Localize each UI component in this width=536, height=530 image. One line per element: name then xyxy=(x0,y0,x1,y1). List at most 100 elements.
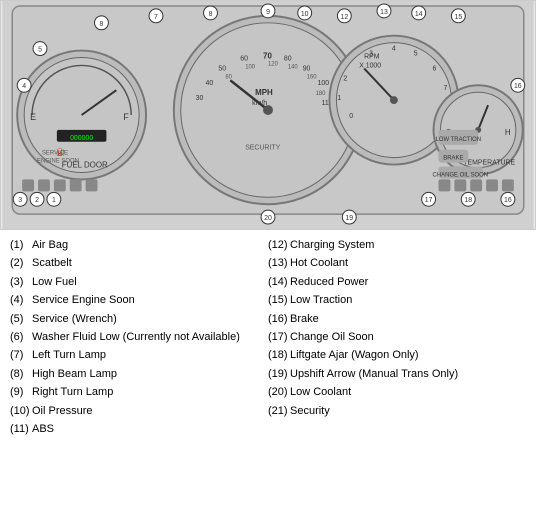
svg-text:1: 1 xyxy=(52,197,56,204)
svg-text:50: 50 xyxy=(218,65,226,72)
legend-num: (14) xyxy=(268,275,290,290)
legend-label: Low Traction xyxy=(290,293,352,308)
legend-label: Change Oil Soon xyxy=(290,330,374,345)
legend-item: (10)Oil Pressure xyxy=(10,404,268,419)
legend-num: (6) xyxy=(10,330,32,345)
svg-text:60: 60 xyxy=(240,55,248,62)
legend-label: Service (Wrench) xyxy=(32,312,117,327)
legend-label: Service Engine Soon xyxy=(32,293,135,308)
svg-text:40: 40 xyxy=(206,80,214,87)
legend-num: (1) xyxy=(10,238,32,253)
svg-text:5: 5 xyxy=(414,51,418,58)
svg-text:LOW TRACTION: LOW TRACTION xyxy=(436,137,481,143)
svg-text:2: 2 xyxy=(343,75,347,82)
svg-text:180: 180 xyxy=(316,91,327,97)
svg-text:8: 8 xyxy=(209,11,213,18)
svg-text:100: 100 xyxy=(245,64,256,70)
svg-text:F: F xyxy=(123,112,129,122)
legend-label: Hot Coolant xyxy=(290,256,348,271)
svg-text:5: 5 xyxy=(38,47,42,54)
legend-item: (19)Upshift Arrow (Manual Trans Only) xyxy=(268,367,526,382)
legend-label: Low Coolant xyxy=(290,385,351,400)
legend-label: Charging System xyxy=(290,238,374,253)
legend-left-col: (1)Air Bag(2)Scatbelt(3)Low Fuel(4)Servi… xyxy=(10,238,268,440)
legend-item: (13)Hot Coolant xyxy=(268,256,526,271)
svg-text:6: 6 xyxy=(433,65,437,72)
svg-text:4: 4 xyxy=(392,46,396,53)
legend-item: (15)Low Traction xyxy=(268,293,526,308)
legend-num: (18) xyxy=(268,348,290,363)
legend-num: (11) xyxy=(10,422,32,437)
legend-label: Scatbelt xyxy=(32,256,72,271)
svg-text:19: 19 xyxy=(345,215,353,222)
legend-section: (1)Air Bag(2)Scatbelt(3)Low Fuel(4)Servi… xyxy=(0,230,536,440)
legend-item: (14)Reduced Power xyxy=(268,275,526,290)
legend-item: (12)Charging System xyxy=(268,238,526,253)
svg-text:TEMPERATURE: TEMPERATURE xyxy=(463,160,515,167)
svg-text:CHANGE OIL SOON: CHANGE OIL SOON xyxy=(433,172,489,178)
svg-text:3: 3 xyxy=(18,197,22,204)
svg-text:E: E xyxy=(30,112,36,122)
legend-num: (9) xyxy=(10,385,32,400)
svg-text:120: 120 xyxy=(268,61,279,67)
svg-text:10: 10 xyxy=(301,11,309,18)
svg-text:7: 7 xyxy=(443,85,447,92)
legend-item: (18)Liftgate Ajar (Wagon Only) xyxy=(268,348,526,363)
legend-num: (5) xyxy=(10,312,32,327)
legend-label: Oil Pressure xyxy=(32,404,93,419)
legend-num: (12) xyxy=(268,238,290,253)
legend-item: (9)Right Turn Lamp xyxy=(10,385,268,400)
svg-text:1: 1 xyxy=(337,95,341,102)
legend-item: (11)ABS xyxy=(10,422,268,437)
svg-text:13: 13 xyxy=(380,9,388,16)
legend-label: Brake xyxy=(290,312,319,327)
legend-item: (6)Washer Fluid Low (Currently not Avail… xyxy=(10,330,268,345)
svg-text:X 1000: X 1000 xyxy=(359,62,381,69)
legend-num: (13) xyxy=(268,256,290,271)
legend-label: Washer Fluid Low (Currently not Availabl… xyxy=(32,330,240,345)
legend-num: (2) xyxy=(10,256,32,271)
svg-text:100: 100 xyxy=(318,80,330,87)
legend-label: Left Turn Lamp xyxy=(32,348,106,363)
svg-text:H: H xyxy=(505,128,511,137)
legend-item: (21)Security xyxy=(268,404,526,419)
legend-num: (21) xyxy=(268,404,290,419)
svg-text:80: 80 xyxy=(284,55,292,62)
svg-text:140: 140 xyxy=(288,64,299,70)
legend-num: (16) xyxy=(268,312,290,327)
svg-text:0: 0 xyxy=(349,113,353,120)
legend-label: Low Fuel xyxy=(32,275,77,290)
svg-text:MPH: MPH xyxy=(255,88,273,97)
legend-item: (8)High Beam Lamp xyxy=(10,367,268,382)
legend-item: (1)Air Bag xyxy=(10,238,268,253)
legend-num: (7) xyxy=(10,348,32,363)
svg-text:160: 160 xyxy=(307,74,318,80)
legend-item: (20)Low Coolant xyxy=(268,385,526,400)
legend-label: Upshift Arrow (Manual Trans Only) xyxy=(290,367,458,382)
legend-label: Liftgate Ajar (Wagon Only) xyxy=(290,348,419,363)
svg-text:ENGINE SOON: ENGINE SOON xyxy=(37,159,79,165)
svg-text:17: 17 xyxy=(425,197,433,204)
legend-num: (4) xyxy=(10,293,32,308)
svg-text:20: 20 xyxy=(264,215,272,222)
svg-text:14: 14 xyxy=(415,11,423,18)
svg-text:90: 90 xyxy=(303,65,311,72)
legend-label: Security xyxy=(290,404,330,419)
legend-num: (8) xyxy=(10,367,32,382)
legend-label: Reduced Power xyxy=(290,275,368,290)
svg-text:9: 9 xyxy=(266,9,270,16)
svg-text:7: 7 xyxy=(154,14,158,21)
svg-text:SECURITY: SECURITY xyxy=(245,145,280,152)
svg-text:12: 12 xyxy=(340,14,348,21)
legend-item: (4)Service Engine Soon xyxy=(10,293,268,308)
svg-text:18: 18 xyxy=(464,197,472,204)
dashboard-diagram: E F FUEL DOOR ⛽ 000000 40 30 50 60 70 80… xyxy=(0,0,536,230)
svg-text:2: 2 xyxy=(35,197,39,204)
legend-label: ABS xyxy=(32,422,54,437)
legend-num: (20) xyxy=(268,385,290,400)
legend-right-col: (12)Charging System(13)Hot Coolant(14)Re… xyxy=(268,238,526,440)
legend-label: Air Bag xyxy=(32,238,68,253)
svg-text:16: 16 xyxy=(504,197,512,204)
legend-num: (3) xyxy=(10,275,32,290)
legend-label: Right Turn Lamp xyxy=(32,385,113,400)
